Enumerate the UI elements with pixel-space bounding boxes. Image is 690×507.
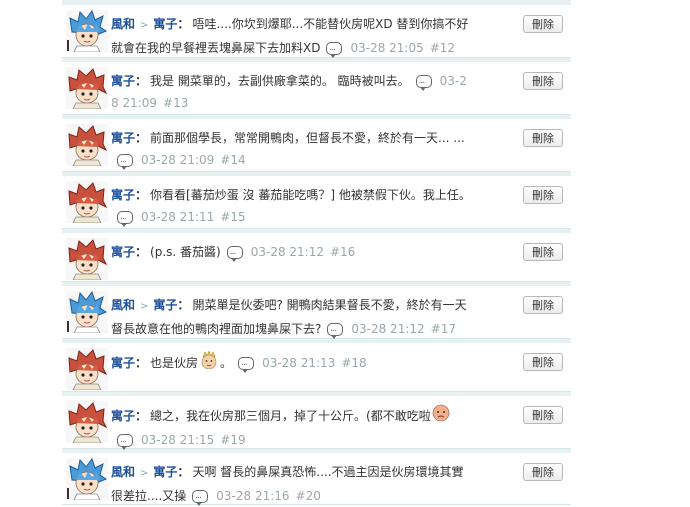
comment-body: 寓子：總之，我在伙房那三個月，掉了十公斤。(都不敢吃啦 03-28 21:15 #1… xyxy=(111,404,473,451)
comment-body: 寓子：你看看[蕃茄炒蛋 沒 蕃茄能吃嗎？] 他被禁假下伙。我上任。 03-28 2… xyxy=(111,184,473,228)
red-hair-avatar[interactable] xyxy=(66,238,108,280)
comment-text: 前面那個學長，常常開鴨肉，但督長不愛，終於有一天... ... xyxy=(150,131,465,145)
comment-item: 寓子：你看看[蕃茄炒蛋 沒 蕃茄能吃嗎？] 他被禁假下伙。我上任。 03-28 2… xyxy=(62,176,571,229)
red-hair-avatar[interactable] xyxy=(66,348,108,390)
comment-timestamp: 03-28 21:16 xyxy=(216,489,290,503)
reply-bubble-icon[interactable] xyxy=(238,352,255,374)
comment-timestamp: 03-28 21:11 xyxy=(141,210,215,224)
comment-item: 風和 > 寓子： 唔哇....你坎到爆耶...不能替伙房呢XD 替到你搞不好就會在我的… xyxy=(62,5,571,59)
comment-body: 風和 > 寓子： 唔哇....你坎到爆耶...不能替伙房呢XD 替到你搞不好就會在我的… xyxy=(111,13,473,59)
red-hair-avatar[interactable] xyxy=(66,401,108,443)
comment-text: 你看看[蕃茄炒蛋 沒 蕃茄能吃嗎？] 他被禁假下伙。我上任。 xyxy=(150,188,471,202)
delete-button[interactable]: 刪除 xyxy=(523,463,563,481)
red-hair-avatar[interactable] xyxy=(66,181,108,223)
reply-bubble-icon[interactable] xyxy=(327,318,344,340)
reply-bubble-icon[interactable] xyxy=(415,70,432,92)
delete-button[interactable]: 刪除 xyxy=(523,406,563,424)
comment-author-link[interactable]: 寓子 xyxy=(111,74,135,88)
comment-author-link[interactable]: 寓子 xyxy=(111,188,135,202)
comment-number-link[interactable]: #19 xyxy=(220,433,245,447)
comment-author-link[interactable]: 寓子 xyxy=(111,245,135,259)
sad-face-emoji xyxy=(432,404,450,429)
comment-item: 寓子：前面那個學長，常常開鴨肉，但督長不愛，終於有一天... ... 03-28 … xyxy=(62,119,571,172)
blue-hair-avatar[interactable] xyxy=(66,10,108,52)
reply-to-user-link[interactable]: 寓子 xyxy=(153,298,177,312)
comment-number-link[interactable]: #18 xyxy=(341,356,366,370)
comment-body: 寓子：(p.s. 番茄醬) 03-28 21:12 #16 xyxy=(111,241,473,263)
comment-item: 寓子：也是伙房 。 03-28 21:13 #18 刪除 xyxy=(62,343,571,392)
reply-bubble-icon[interactable] xyxy=(117,429,133,451)
colon-separator: ： xyxy=(135,245,148,259)
red-hair-avatar[interactable] xyxy=(66,67,108,109)
colon-separator: ： xyxy=(135,409,148,423)
comment-author-link[interactable]: 寓子 xyxy=(111,356,135,370)
blue-hair-avatar[interactable] xyxy=(66,291,108,333)
colon-separator: ： xyxy=(135,131,148,145)
comment-body: 風和 > 寓子： 開菜單是伙委吧? 開鴨肉結果督長不愛，終於有一天督長故意在他的鴨肉裡… xyxy=(111,294,473,340)
red-hair-avatar[interactable] xyxy=(66,124,108,166)
comment-item: 寓子：總之，我在伙房那三個月，掉了十公斤。(都不敢吃啦 03-28 21:15 #1… xyxy=(62,396,571,451)
comment-timestamp: 03-28 21:12 xyxy=(351,322,425,336)
reply-bubble-icon[interactable] xyxy=(326,37,343,59)
comment-author-link[interactable]: 寓子 xyxy=(111,409,135,423)
reply-to-user-link[interactable]: 寓子 xyxy=(153,17,177,31)
king-face-emoji xyxy=(199,350,219,376)
reply-bubble-icon[interactable] xyxy=(117,149,133,171)
reply-arrow-icon: > xyxy=(140,468,149,479)
comment-number-link[interactable]: #14 xyxy=(220,153,245,167)
comment-timestamp: 03-28 21:09 xyxy=(141,153,215,167)
comment-timestamp: 03-28 21:15 xyxy=(141,433,215,447)
colon-separator: ： xyxy=(177,298,190,312)
comment-item: 寓子：(p.s. 番茄醬) 03-28 21:12 #16 刪除 xyxy=(62,233,571,282)
delete-button[interactable]: 刪除 xyxy=(523,353,563,371)
comment-body: 寓子：也是伙房 。 03-28 21:13 #18 xyxy=(111,350,473,376)
comment-body: 風和 > 寓子： 天啊 督長的鼻屎真恐怖....不過主因是伙房環境其實很差拉....又… xyxy=(111,461,473,507)
reply-to-user-link[interactable]: 寓子 xyxy=(153,465,177,479)
comment-number-link[interactable]: #13 xyxy=(163,96,188,110)
delete-button[interactable]: 刪除 xyxy=(523,15,563,33)
comment-number-link[interactable]: #15 xyxy=(220,210,245,224)
comment-text: (p.s. 番茄醬) xyxy=(150,245,221,259)
comment-text: 也是伙房 xyxy=(150,356,199,370)
colon-separator: ： xyxy=(135,74,148,88)
comment-author-link[interactable]: 風和 xyxy=(111,298,135,312)
comment-body: 寓子：我是 開菜單的，去副供廠拿菜的。 臨時被叫去。03-28 21:09#13 xyxy=(111,70,473,114)
comment-text: 我是 開菜單的，去副供廠拿菜的。 臨時被叫去。 xyxy=(150,74,410,88)
reply-arrow-icon: > xyxy=(140,20,149,31)
delete-button[interactable]: 刪除 xyxy=(523,186,563,204)
comment-item: 風和 > 寓子： 開菜單是伙委吧? 開鴨肉結果督長不愛，終於有一天督長故意在他的鴨肉裡… xyxy=(62,286,571,340)
delete-button[interactable]: 刪除 xyxy=(523,296,563,314)
comment-author-link[interactable]: 風和 xyxy=(111,17,135,31)
comment-item: 寓子：我是 開菜單的，去副供廠拿菜的。 臨時被叫去。03-28 21:09#13… xyxy=(62,62,571,115)
reply-arrow-icon: > xyxy=(140,301,149,312)
reply-bubble-icon[interactable] xyxy=(226,241,243,263)
delete-button[interactable]: 刪除 xyxy=(523,72,563,90)
comment-text-suffix: 。 xyxy=(220,356,233,370)
reply-bubble-icon[interactable] xyxy=(192,485,209,507)
colon-separator: ： xyxy=(135,188,148,202)
blue-hair-avatar[interactable] xyxy=(66,458,108,500)
comment-item: 風和 > 寓子： 天啊 督長的鼻屎真恐怖....不過主因是伙房環境其實很差拉....又… xyxy=(62,453,571,507)
comment-number-link[interactable]: #16 xyxy=(330,245,355,259)
delete-button[interactable]: 刪除 xyxy=(523,243,563,261)
comment-list: 風和 > 寓子： 唔哇....你坎到爆耶...不能替伙房呢XD 替到你搞不好就會在我的… xyxy=(62,0,571,507)
delete-button[interactable]: 刪除 xyxy=(523,129,563,147)
colon-separator: ： xyxy=(135,356,148,370)
comment-timestamp: 03-28 21:13 xyxy=(262,356,336,370)
comment-number-link[interactable]: #20 xyxy=(296,489,321,503)
comment-author-link[interactable]: 寓子 xyxy=(111,131,135,145)
comment-author-link[interactable]: 風和 xyxy=(111,465,135,479)
comment-number-link[interactable]: #17 xyxy=(431,322,456,336)
reply-bubble-icon[interactable] xyxy=(117,206,133,228)
colon-separator: ： xyxy=(177,465,190,479)
comment-body: 寓子：前面那個學長，常常開鴨肉，但督長不愛，終於有一天... ... 03-28 … xyxy=(111,127,473,171)
comment-timestamp: 03-28 21:05 xyxy=(350,41,424,55)
colon-separator: ： xyxy=(177,17,190,31)
comment-timestamp: 03-28 21:12 xyxy=(250,245,324,259)
comment-text: 總之，我在伙房那三個月，掉了十公斤。(都不敢吃啦 xyxy=(150,409,431,423)
comment-number-link[interactable]: #12 xyxy=(430,41,455,55)
